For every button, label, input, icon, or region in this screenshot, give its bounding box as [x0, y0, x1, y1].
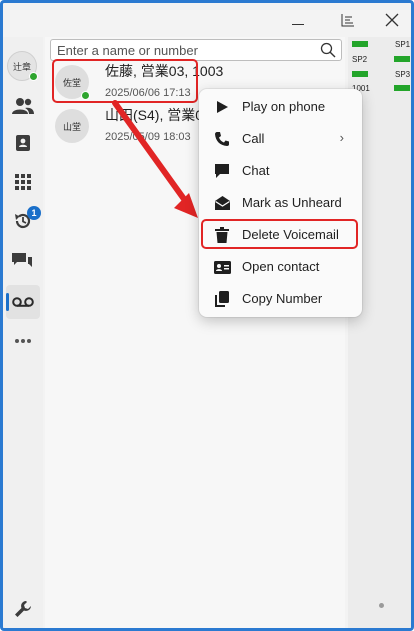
phone-icon [213, 130, 231, 148]
sp-status-bar [394, 56, 410, 62]
sp-status-bar [352, 41, 368, 47]
presence-indicator [29, 72, 38, 81]
rail-voicemail[interactable] [11, 290, 35, 314]
menu-item-label: Mark as Unheard [242, 195, 342, 210]
sp-status-bar [394, 85, 410, 91]
play-icon [213, 98, 231, 116]
rail-chat[interactable] [11, 249, 35, 273]
chevron-right-icon: › [339, 130, 344, 145]
voicemail-date: 2025/05/09 18:03 [105, 131, 191, 143]
menu-item-play-on-phone[interactable]: Play on phone [203, 92, 358, 122]
chat-bubbles-icon [12, 253, 32, 267]
chat-icon [213, 162, 231, 180]
my-avatar[interactable]: 辻章 [7, 51, 38, 81]
search-icon[interactable] [320, 42, 336, 58]
search-box[interactable]: Enter a name or number [50, 39, 342, 61]
minimize-button[interactable] [285, 9, 311, 31]
copy-icon [213, 290, 231, 308]
wrench-icon [15, 601, 31, 617]
delete-option-highlight [201, 219, 358, 249]
title-bar [3, 3, 411, 37]
contact-book-icon [16, 135, 30, 151]
more-dots-icon [15, 339, 31, 343]
rail-address-book[interactable] [11, 131, 35, 155]
navigation-rail: 辻章 1 [3, 37, 43, 628]
close-button[interactable] [379, 9, 405, 31]
chart-bars-icon [341, 14, 354, 27]
voicemail-icon [12, 297, 34, 307]
sp-status-bar [352, 71, 368, 77]
rail-contacts[interactable] [11, 94, 35, 118]
menu-item-label: Open contact [242, 259, 320, 274]
contact-card-icon [213, 258, 231, 276]
menu-item-chat[interactable]: Chat [203, 156, 358, 186]
panel-dot [379, 603, 384, 608]
sp-label[interactable]: SP2 [352, 55, 367, 64]
menu-item-call[interactable]: Call › [203, 124, 358, 154]
menu-item-label: Call [242, 131, 265, 146]
history-badge: 1 [27, 206, 41, 220]
panel-toggle-button[interactable] [335, 9, 361, 31]
menu-item-mark-unheard[interactable]: Mark as Unheard [203, 188, 358, 218]
menu-item-label: Chat [242, 163, 270, 178]
menu-item-copy-number[interactable]: Copy Number [203, 284, 358, 314]
app-window: 辻章 1 Enter a name or number 佐堂 佐藤, 営業03,… [0, 0, 414, 631]
minimize-icon [292, 23, 304, 25]
sp-label[interactable]: SP1 [395, 40, 410, 49]
menu-item-label: Copy Number [242, 291, 323, 306]
caller-avatar: 山堂 [55, 109, 89, 143]
rail-dialpad[interactable] [11, 170, 35, 194]
envelope-open-icon [213, 194, 231, 212]
sp-label[interactable]: SP3 [395, 70, 410, 79]
caller-initials: 山堂 [62, 121, 81, 132]
my-avatar-initials: 辻章 [12, 61, 31, 72]
menu-item-label: Play on phone [242, 99, 326, 114]
dialpad-icon [15, 174, 31, 190]
selected-item-highlight [52, 59, 198, 103]
rail-active-indicator [6, 293, 9, 311]
search-input[interactable]: Enter a name or number [57, 43, 198, 58]
context-menu: Play on phone Call › Chat Mark as Unhear… [199, 89, 362, 317]
menu-item-open-contact[interactable]: Open contact [203, 252, 358, 282]
close-icon [385, 13, 399, 27]
people-icon [12, 98, 34, 114]
rail-settings[interactable] [11, 597, 35, 621]
rail-more[interactable] [11, 329, 35, 353]
